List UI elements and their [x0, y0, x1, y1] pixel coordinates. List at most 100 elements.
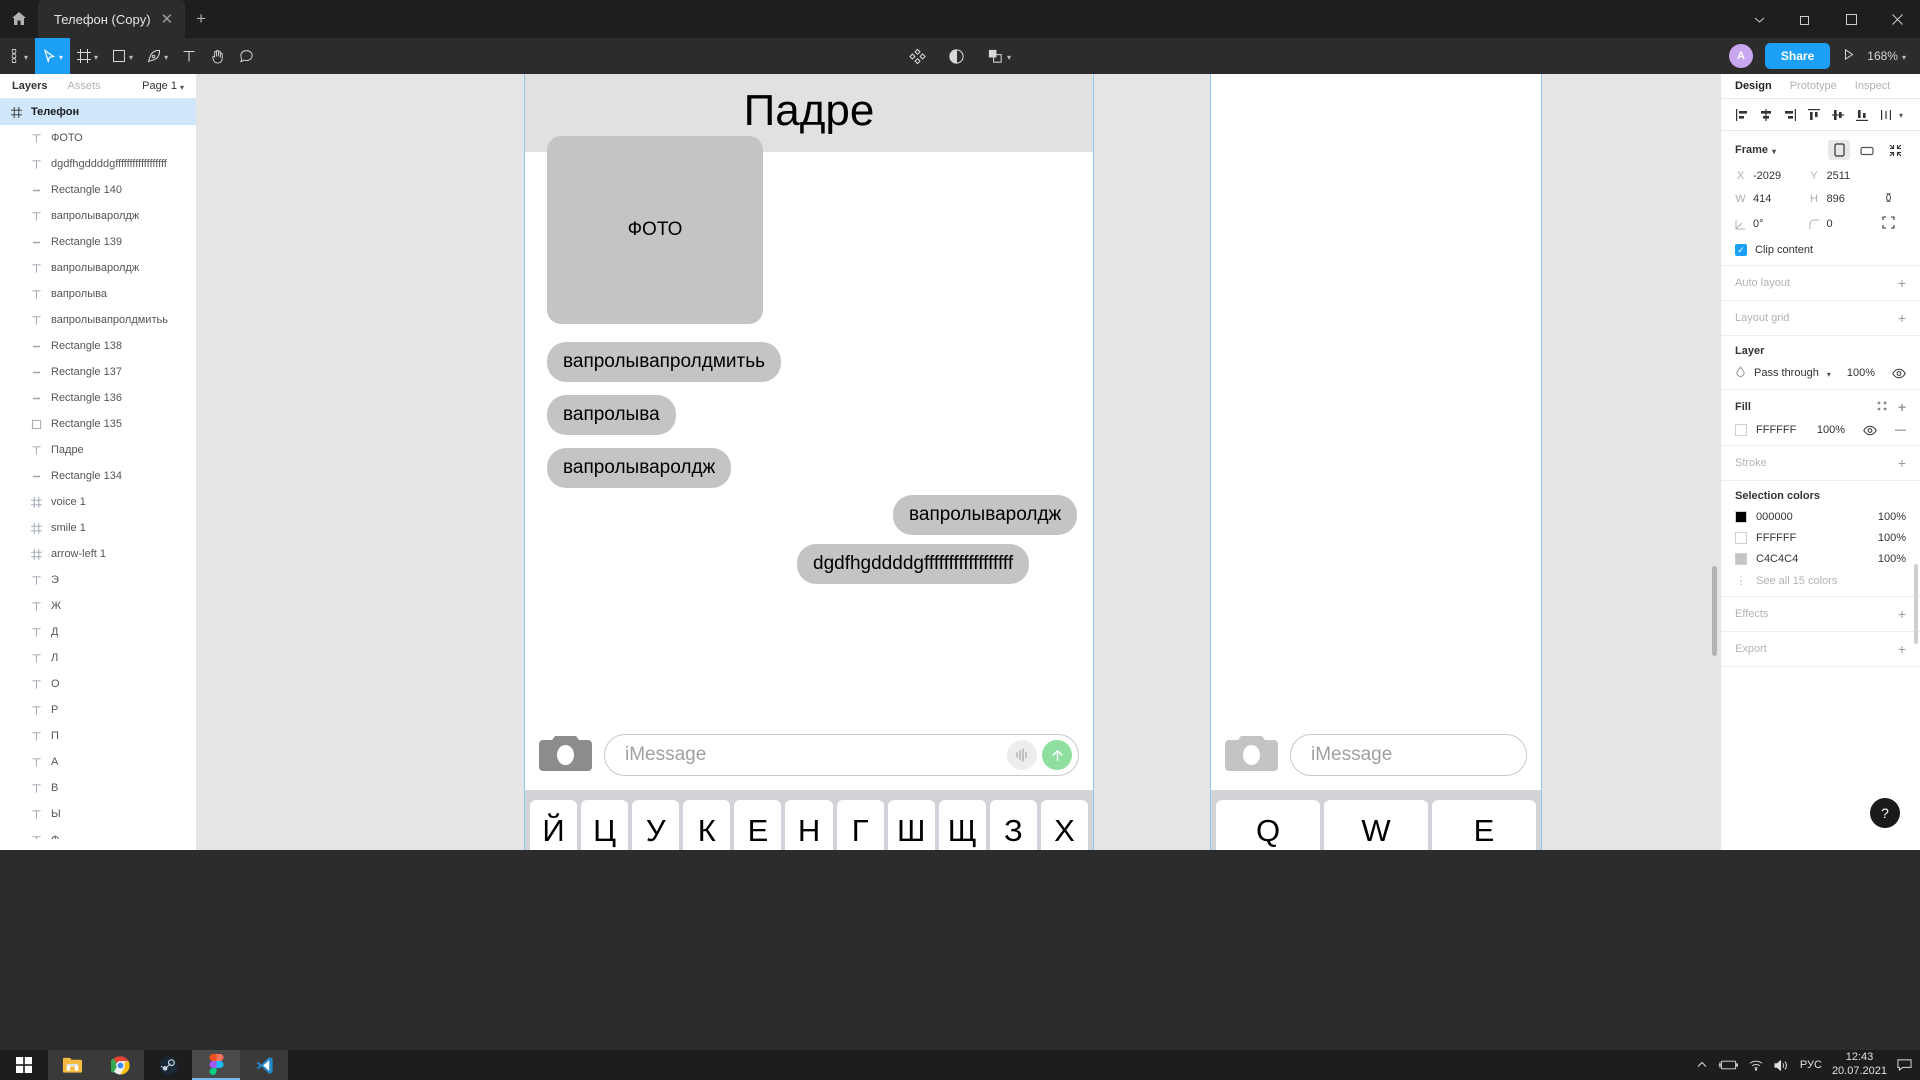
windows-start-icon[interactable] — [0, 1050, 48, 1080]
layer-row[interactable]: Rectangle 139 — [0, 229, 196, 255]
see-all-colors-row[interactable]: ⋮ See all 15 colors — [1735, 574, 1906, 588]
layer-row[interactable]: вапролыва — [0, 281, 196, 307]
add-auto-layout-button[interactable]: + — [1898, 275, 1906, 291]
help-button[interactable]: ? — [1870, 798, 1900, 828]
keyboard-key[interactable]: W — [1324, 800, 1428, 850]
file-tab[interactable]: Телефон (Copy) ✕ — [38, 0, 186, 38]
layer-row[interactable]: Падре — [0, 437, 196, 463]
move-tool-button[interactable]: ▾ — [35, 38, 71, 74]
clip-content-row[interactable]: ✓ Clip content — [1735, 244, 1906, 256]
layer-row[interactable]: Р — [0, 697, 196, 723]
message-input-field-side[interactable]: iMessage — [1290, 734, 1527, 776]
home-icon[interactable] — [0, 0, 38, 38]
keyboard-key[interactable]: К — [683, 800, 731, 850]
tab-prototype[interactable]: Prototype — [1790, 80, 1837, 92]
fill-swatch[interactable] — [1735, 424, 1747, 436]
keyboard-key[interactable]: Ц — [581, 800, 629, 850]
layer-row[interactable]: Э — [0, 567, 196, 593]
avatar[interactable]: A — [1728, 44, 1753, 68]
close-icon[interactable]: ✕ — [161, 12, 174, 27]
camera-icon[interactable] — [539, 735, 592, 775]
add-layout-grid-button[interactable]: + — [1898, 310, 1906, 326]
boolean-icon[interactable]: ▾ — [980, 38, 1018, 74]
layer-opacity-value[interactable]: 100% — [1847, 367, 1875, 379]
keyboard-key[interactable]: Щ — [938, 800, 986, 850]
chat-bubble-right[interactable]: dgdfhgddddgffffffffffffffffff — [797, 544, 1030, 584]
frame-telefon-copy[interactable]: iMessage QWE — [1210, 74, 1542, 850]
shape-tool-button[interactable]: ▾ — [105, 38, 140, 74]
restore-icon[interactable] — [1782, 0, 1828, 38]
layer-row[interactable]: Rectangle 137 — [0, 359, 196, 385]
blend-mode-value[interactable]: Pass through — [1754, 367, 1819, 379]
comment-tool-button[interactable] — [232, 38, 261, 74]
layer-row[interactable]: Rectangle 135 — [0, 411, 196, 437]
clock[interactable]: 12:43 20.07.2021 — [1832, 1051, 1887, 1079]
layer-row[interactable]: dgdfhgddddgffffffffffffffffff — [0, 151, 196, 177]
mask-icon[interactable] — [941, 38, 972, 74]
chevron-down-icon[interactable]: ▾ — [1899, 111, 1903, 120]
layer-visibility-icon[interactable] — [1892, 368, 1906, 379]
canvas-vertical-scrollbar[interactable] — [1712, 566, 1717, 656]
x-field[interactable]: X -2029 — [1735, 170, 1809, 182]
align-left-icon[interactable] — [1731, 104, 1753, 126]
height-field[interactable]: H 896 — [1809, 191, 1883, 207]
keyboard-key[interactable]: Е — [734, 800, 782, 850]
tab-assets[interactable]: Assets — [67, 80, 100, 92]
pen-tool-button[interactable]: ▾ — [140, 38, 175, 74]
frame-section-title-wrap[interactable]: Frame ▾ — [1735, 144, 1776, 156]
frame-telefon[interactable]: Падре ФОТО вапролывапролдмитьь вапролыва в… — [524, 74, 1094, 850]
voice-icon[interactable] — [1007, 740, 1037, 770]
virtual-keyboard[interactable]: ЙЦУКЕНГШЩЗХ — [525, 790, 1093, 850]
keyboard-key[interactable]: Н — [785, 800, 833, 850]
layer-row[interactable]: arrow-left 1 — [0, 541, 196, 567]
design-panel-scrollbar[interactable] — [1914, 564, 1918, 644]
fill-visibility-icon[interactable] — [1863, 425, 1877, 436]
layer-row[interactable]: Ж — [0, 593, 196, 619]
language-indicator[interactable]: РУС — [1800, 1059, 1822, 1071]
share-button[interactable]: Share — [1764, 43, 1831, 69]
layer-row[interactable]: вапролываролдж — [0, 203, 196, 229]
chat-bubble-left[interactable]: вапролыва — [547, 395, 676, 435]
layer-row[interactable]: voice 1 — [0, 489, 196, 515]
send-arrow-icon[interactable] — [1042, 740, 1072, 770]
text-tool-button[interactable] — [175, 38, 203, 74]
message-input-field[interactable]: iMessage — [604, 734, 1079, 776]
selection-color-swatch[interactable] — [1735, 511, 1747, 523]
chat-bubble-right[interactable]: вапролываролдж — [893, 495, 1078, 535]
steam-icon[interactable] — [144, 1050, 192, 1080]
align-horizontal-center-icon[interactable] — [1755, 104, 1777, 126]
distribute-icon[interactable] — [1875, 104, 1897, 126]
keyboard-key[interactable]: У — [632, 800, 680, 850]
tray-expand-icon[interactable] — [1696, 1059, 1708, 1071]
orientation-portrait-button[interactable] — [1828, 140, 1850, 160]
tab-layers[interactable]: Layers — [12, 80, 47, 92]
align-bottom-icon[interactable] — [1851, 104, 1873, 126]
figma-menu-button[interactable]: ▾ — [0, 38, 35, 74]
fill-styles-icon[interactable] — [1876, 399, 1888, 415]
layer-row[interactable]: Rectangle 140 — [0, 177, 196, 203]
constrain-proportions-icon[interactable] — [1882, 191, 1906, 207]
selection-color-swatch[interactable] — [1735, 553, 1747, 565]
layer-row[interactable]: вапролываролдж — [0, 255, 196, 281]
fill-opacity[interactable]: 100% — [1817, 424, 1845, 436]
chat-bubble-left[interactable]: вапролываролдж — [547, 448, 732, 488]
orientation-landscape-button[interactable] — [1856, 140, 1878, 160]
layer-row[interactable]: Rectangle 134 — [0, 463, 196, 489]
virtual-keyboard-side[interactable]: QWE — [1211, 790, 1541, 850]
layer-list[interactable]: Телефон ФОТО dgdfhgddddgffffffffffffffffff… — [0, 99, 196, 839]
figma-icon[interactable] — [192, 1050, 240, 1080]
keyboard-key[interactable]: Й — [530, 800, 578, 850]
design-canvas[interactable]: Падре ФОТО вапролывапролдмитьь вапролыва в… — [197, 74, 1720, 850]
layer-row[interactable]: smile 1 — [0, 515, 196, 541]
add-effect-button[interactable]: + — [1898, 606, 1906, 622]
add-fill-button[interactable]: + — [1898, 399, 1906, 415]
keyboard-key[interactable]: З — [989, 800, 1037, 850]
camera-icon[interactable] — [1225, 735, 1278, 775]
corner-radius-field[interactable]: 0 — [1809, 216, 1883, 232]
layer-row[interactable]: Д — [0, 619, 196, 645]
layer-row[interactable]: Rectangle 138 — [0, 333, 196, 359]
maximize-icon[interactable] — [1828, 0, 1874, 38]
selection-color-row[interactable]: FFFFFF 100% — [1735, 532, 1906, 544]
layer-row[interactable]: П — [0, 723, 196, 749]
independent-corners-icon[interactable] — [1882, 216, 1906, 232]
